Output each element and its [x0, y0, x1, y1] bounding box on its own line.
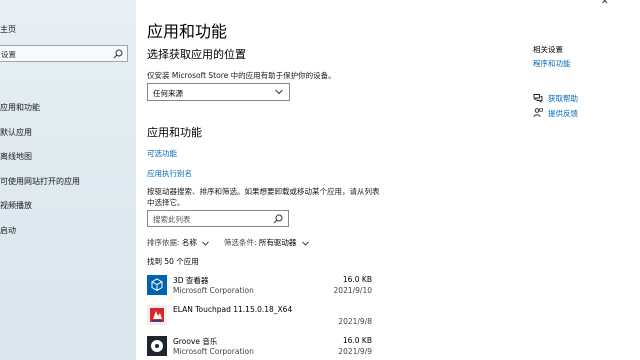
- source-section-description: 仅安装 Microsoft Store 中的应用有助于保护你的设备。: [147, 71, 336, 80]
- cube-icon: [147, 275, 167, 295]
- give-feedback-label: 提供反馈: [548, 109, 578, 118]
- sidebar-item-video-playback[interactable]: 视频播放: [0, 194, 136, 219]
- search-icon[interactable]: [113, 49, 123, 59]
- app-source-dropdown-value: 任何来源: [153, 89, 183, 98]
- chevron-down-icon: [301, 240, 309, 246]
- app-execution-alias-link[interactable]: 应用执行别名: [147, 168, 192, 179]
- chevron-down-icon: [202, 240, 210, 246]
- sidebar-nav: 应用和功能 默认应用 离线地图 可使用网站打开的应用 视频播放 启动: [0, 96, 136, 244]
- touchpad-app-icon: [147, 305, 167, 325]
- settings-sidebar: 主页 设置 应用和功能 默认应用 离线地图 可使用网站打开的应用 视频播放 启动: [0, 0, 136, 360]
- app-install-date: 2021/9/8: [338, 317, 372, 326]
- app-list-item[interactable]: 3D 查看器 Microsoft Corporation 16.0 KB 202…: [147, 275, 372, 301]
- app-publisher: Microsoft Corporation: [173, 286, 254, 295]
- programs-and-features-link[interactable]: 程序和功能: [533, 58, 571, 69]
- get-help-label: 获取帮助: [548, 94, 578, 103]
- sidebar-item-offline-maps[interactable]: 离线地图: [0, 145, 136, 170]
- chat-bubble-icon: [533, 94, 543, 103]
- sidebar-item-startup[interactable]: 启动: [0, 219, 136, 244]
- page-title: 应用和功能: [147, 22, 228, 41]
- related-settings-heading: 相关设置: [533, 45, 563, 54]
- sidebar-item-apps-for-websites[interactable]: 可使用网站打开的应用: [0, 170, 136, 195]
- sidebar-item-default-apps[interactable]: 默认应用: [0, 121, 136, 146]
- source-section-heading: 选择获取应用的位置: [147, 48, 246, 61]
- chevron-down-icon: [275, 89, 283, 95]
- sort-label: 排序依据:: [147, 238, 180, 247]
- app-list-item[interactable]: Groove 音乐 Microsoft Corporation 16.0 KB …: [147, 336, 372, 360]
- app-name: Groove 音乐: [173, 337, 218, 346]
- apps-section-description: 按驱动器搜索、排序和筛选。如果想要卸载或移动某个应用，请从列表中选择它。: [147, 187, 380, 207]
- close-icon[interactable]: ✕: [601, 0, 609, 7]
- person-feedback-icon: [533, 108, 543, 118]
- optional-features-link[interactable]: 可选功能: [147, 148, 177, 159]
- apps-found-count: 找到 50 个应用: [147, 257, 199, 266]
- app-name: ELAN Touchpad 11.15.0.18_X64: [173, 305, 293, 314]
- app-size: 16.0 KB: [342, 275, 372, 284]
- app-publisher: Microsoft Corporation: [173, 347, 254, 356]
- sidebar-item-apps-features[interactable]: 应用和功能: [0, 96, 136, 121]
- settings-search-box[interactable]: 设置: [0, 45, 128, 62]
- search-icon[interactable]: [273, 214, 283, 224]
- filter-label: 筛选条件:: [224, 238, 257, 247]
- app-install-date: 2021/9/10: [333, 286, 372, 295]
- main-panel: ✕ 应用和功能 选择获取应用的位置 仅安装 Microsoft Store 中的…: [136, 0, 640, 360]
- app-install-date: 2021/9/9: [338, 347, 372, 356]
- sort-value: 名称: [181, 238, 197, 247]
- filter-value: 所有驱动器: [258, 238, 297, 247]
- app-size: 16.0 KB: [342, 336, 372, 345]
- app-name: 3D 查看器: [173, 276, 209, 285]
- sidebar-home[interactable]: 主页: [0, 24, 16, 35]
- app-source-dropdown[interactable]: 任何来源: [147, 83, 290, 101]
- apps-section-heading: 应用和功能: [147, 126, 202, 139]
- filter-dropdown[interactable]: 筛选条件: 所有驱动器: [224, 237, 309, 248]
- app-list-item[interactable]: ELAN Touchpad 11.15.0.18_X64 2021/9/8: [147, 305, 372, 331]
- music-disc-icon: [147, 336, 167, 356]
- app-list-search-placeholder: 搜索此列表: [153, 215, 191, 224]
- sort-dropdown[interactable]: 排序依据: 名称: [147, 237, 210, 248]
- app-list-search-input[interactable]: 搜索此列表: [147, 210, 289, 227]
- settings-search-placeholder: 设置: [1, 50, 16, 59]
